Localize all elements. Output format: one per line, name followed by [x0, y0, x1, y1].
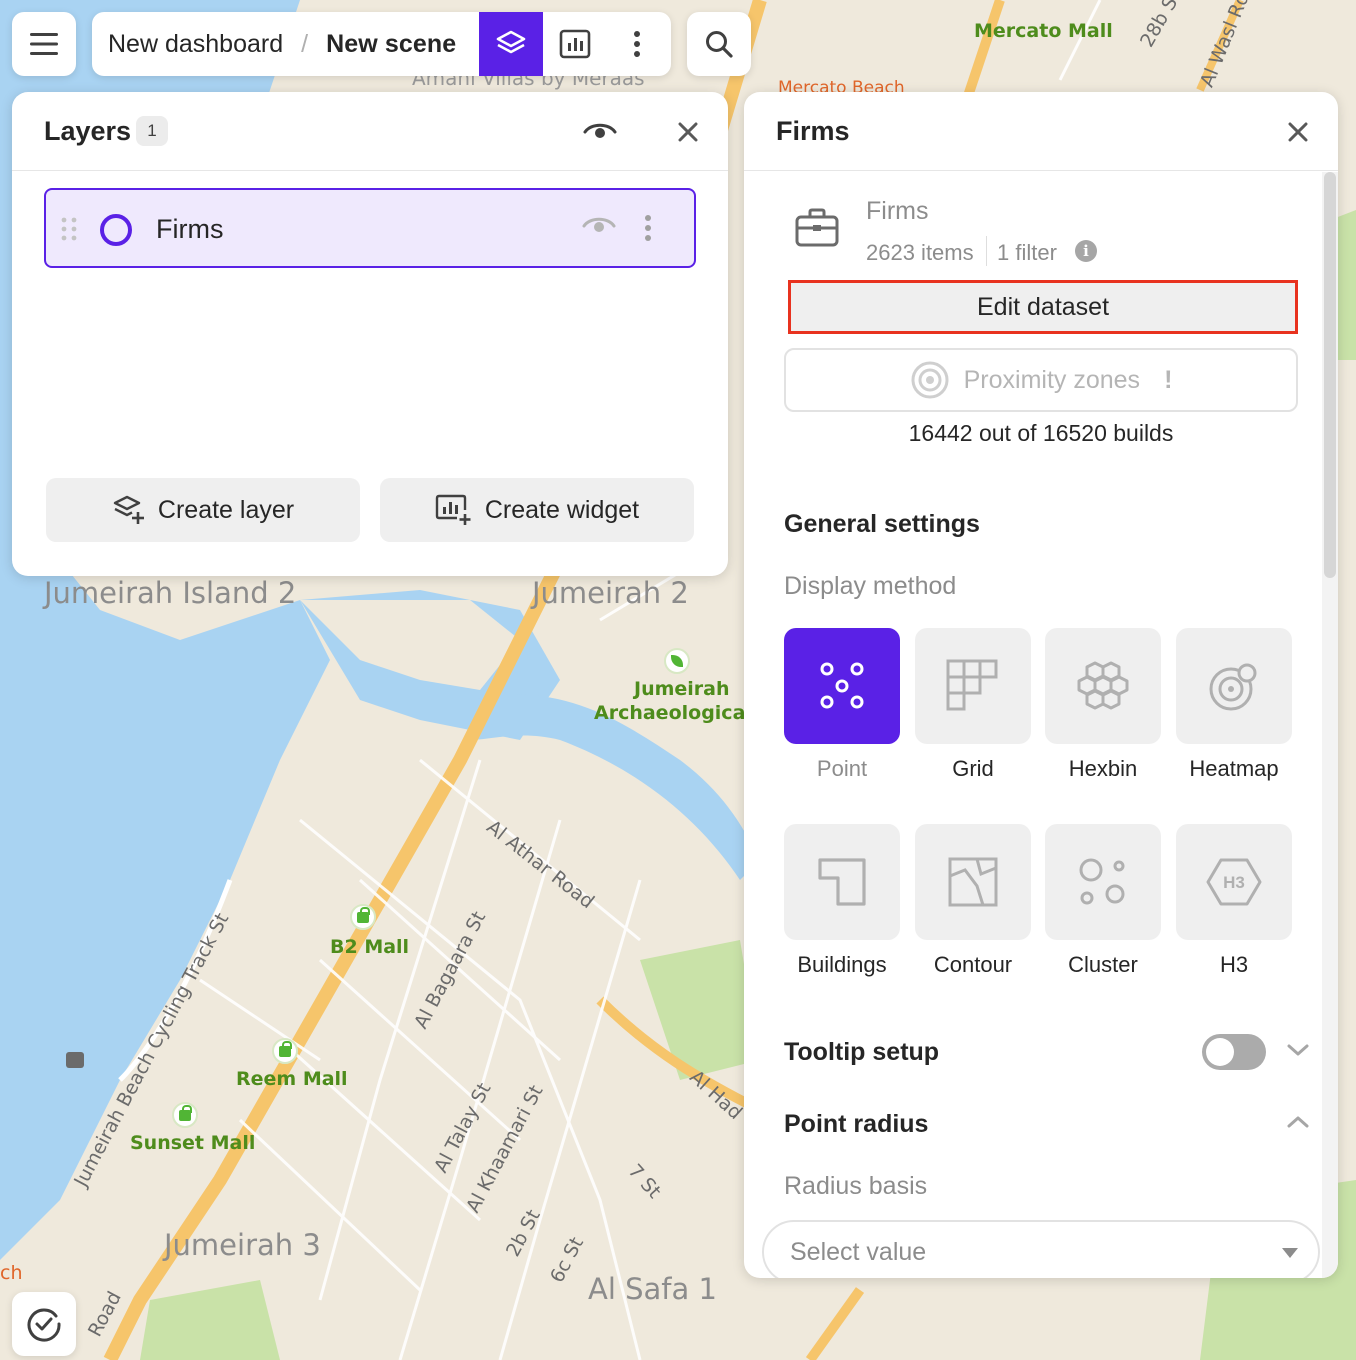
- display-method-point[interactable]: [784, 628, 900, 744]
- drag-handle-icon[interactable]: [60, 216, 78, 242]
- h3-icon: H3: [1206, 858, 1262, 906]
- layers-toggle-button[interactable]: [479, 12, 543, 76]
- kebab-icon: [634, 31, 640, 57]
- hamburger-icon: [30, 33, 58, 55]
- general-settings-heading: General settings: [784, 510, 980, 538]
- mall-pin-icon[interactable]: [272, 1038, 298, 1064]
- dataset-meta-divider: [986, 236, 987, 266]
- breadcrumb-scene[interactable]: New scene: [326, 30, 456, 59]
- buildings-icon: [818, 858, 866, 906]
- clock-check-icon: [27, 1308, 61, 1342]
- contour-icon: [948, 857, 998, 907]
- cluster-icon: [1079, 858, 1125, 905]
- mall-pin-icon[interactable]: [172, 1102, 198, 1128]
- display-method-point-label: Point: [816, 756, 868, 781]
- add-layer-icon: [113, 495, 144, 524]
- create-widget-button[interactable]: Create widget: [380, 478, 694, 542]
- search-button[interactable]: [687, 12, 751, 76]
- chart-icon: [559, 29, 591, 59]
- edit-dataset-button[interactable]: Edit dataset: [788, 280, 1298, 334]
- display-method-hexbin-label: Hexbin: [1068, 756, 1138, 781]
- dataset-item-count: 2623 items: [866, 240, 974, 265]
- dataset-filter-count[interactable]: 1 filter: [997, 240, 1057, 266]
- tooltip-toggle-switch[interactable]: [1202, 1034, 1266, 1070]
- point-icon: [820, 662, 864, 709]
- layers-count-badge: 1: [136, 116, 168, 146]
- layer-settings-header: Firms: [744, 92, 1338, 171]
- info-icon[interactable]: i: [1075, 240, 1097, 262]
- proximity-icon: [911, 361, 949, 399]
- proximity-zones-label: Proximity zones: [963, 365, 1141, 394]
- point-radius-heading: Point radius: [784, 1110, 929, 1138]
- more-options-button[interactable]: [605, 12, 669, 76]
- display-method-h3[interactable]: H3: [1176, 824, 1292, 940]
- close-layers-panel-button[interactable]: [670, 114, 706, 150]
- h3-badge-text: H3: [1223, 873, 1245, 892]
- toggle-all-visibility-button[interactable]: [582, 114, 618, 150]
- create-widget-label: Create widget: [484, 495, 640, 524]
- breadcrumb-separator: /: [301, 29, 309, 58]
- close-layer-settings-button[interactable]: [1280, 114, 1316, 150]
- chevron-down-icon[interactable]: [1286, 1042, 1310, 1058]
- radius-basis-placeholder: Select value: [790, 1237, 927, 1266]
- display-method-h3-label: H3: [1219, 952, 1249, 977]
- display-method-grid[interactable]: [915, 628, 1031, 744]
- tooltip-setup-heading: Tooltip setup: [784, 1038, 940, 1066]
- display-method-contour[interactable]: [915, 824, 1031, 940]
- briefcase-icon: [795, 208, 839, 247]
- display-method-grid-label: Grid: [952, 756, 994, 781]
- radius-basis-select[interactable]: Select value: [762, 1220, 1320, 1278]
- layer-more-icon[interactable]: [644, 214, 652, 242]
- layer-settings-title: Firms: [776, 116, 850, 146]
- display-method-buildings[interactable]: [784, 824, 900, 940]
- breadcrumb: New dashboard / New scene: [92, 12, 671, 76]
- display-method-heatmap[interactable]: [1176, 628, 1292, 744]
- close-icon: [1288, 122, 1308, 142]
- layers-icon: [496, 30, 526, 54]
- hexbin-icon: [1077, 661, 1129, 710]
- widgets-toggle-button[interactable]: [543, 12, 607, 76]
- create-layer-button[interactable]: Create layer: [46, 478, 360, 542]
- display-method-hexbin[interactable]: [1045, 628, 1161, 744]
- toggle-knob: [1206, 1038, 1234, 1066]
- proximity-zones-button[interactable]: Proximity zones !: [784, 348, 1298, 412]
- history-button[interactable]: [12, 1292, 76, 1356]
- display-method-buildings-label: Buildings: [797, 952, 887, 977]
- builds-status-text: 16442 out of 16520 builds: [908, 420, 1174, 446]
- grid-icon: [946, 659, 998, 711]
- create-layer-label: Create layer: [157, 495, 295, 524]
- display-method-contour-label: Contour: [933, 952, 1013, 977]
- chevron-up-icon[interactable]: [1286, 1114, 1310, 1130]
- scrollbar-thumb[interactable]: [1324, 172, 1336, 578]
- layer-item-firms[interactable]: Firms: [44, 188, 696, 268]
- radius-basis-label: Radius basis: [784, 1172, 928, 1200]
- close-icon: [678, 122, 698, 142]
- warning-icon: !: [1164, 365, 1173, 394]
- camera-icon[interactable]: [66, 1052, 84, 1068]
- dataset-name: Firms: [866, 197, 929, 225]
- scrollbar[interactable]: [1322, 172, 1338, 1278]
- layer-point-style-icon: [100, 214, 132, 246]
- main-menu-button[interactable]: [12, 12, 76, 76]
- layer-settings-panel: Firms Firms 2623 items 1 filter i Edit d…: [744, 92, 1338, 1278]
- display-method-cluster-label: Cluster: [1068, 952, 1138, 977]
- breadcrumb-dashboard[interactable]: New dashboard: [108, 30, 283, 59]
- display-method-label: Display method: [784, 572, 957, 600]
- layers-panel: Layers 1 Firms Create layer Create widge…: [12, 92, 728, 576]
- dropdown-caret-icon: [1282, 1248, 1298, 1258]
- layer-visibility-icon[interactable]: [582, 214, 616, 238]
- add-widget-icon: [435, 494, 471, 525]
- search-icon: [706, 31, 733, 58]
- layers-panel-title: Layers: [44, 116, 132, 146]
- heatmap-icon: [1209, 663, 1257, 711]
- mall-pin-icon[interactable]: [350, 904, 376, 930]
- display-method-heatmap-label: Heatmap: [1189, 756, 1279, 781]
- layers-panel-header: Layers 1: [12, 92, 728, 171]
- park-pin-icon[interactable]: [664, 648, 690, 674]
- eye-icon: [583, 123, 617, 138]
- layer-name: Firms: [156, 214, 224, 244]
- display-method-cluster[interactable]: [1045, 824, 1161, 940]
